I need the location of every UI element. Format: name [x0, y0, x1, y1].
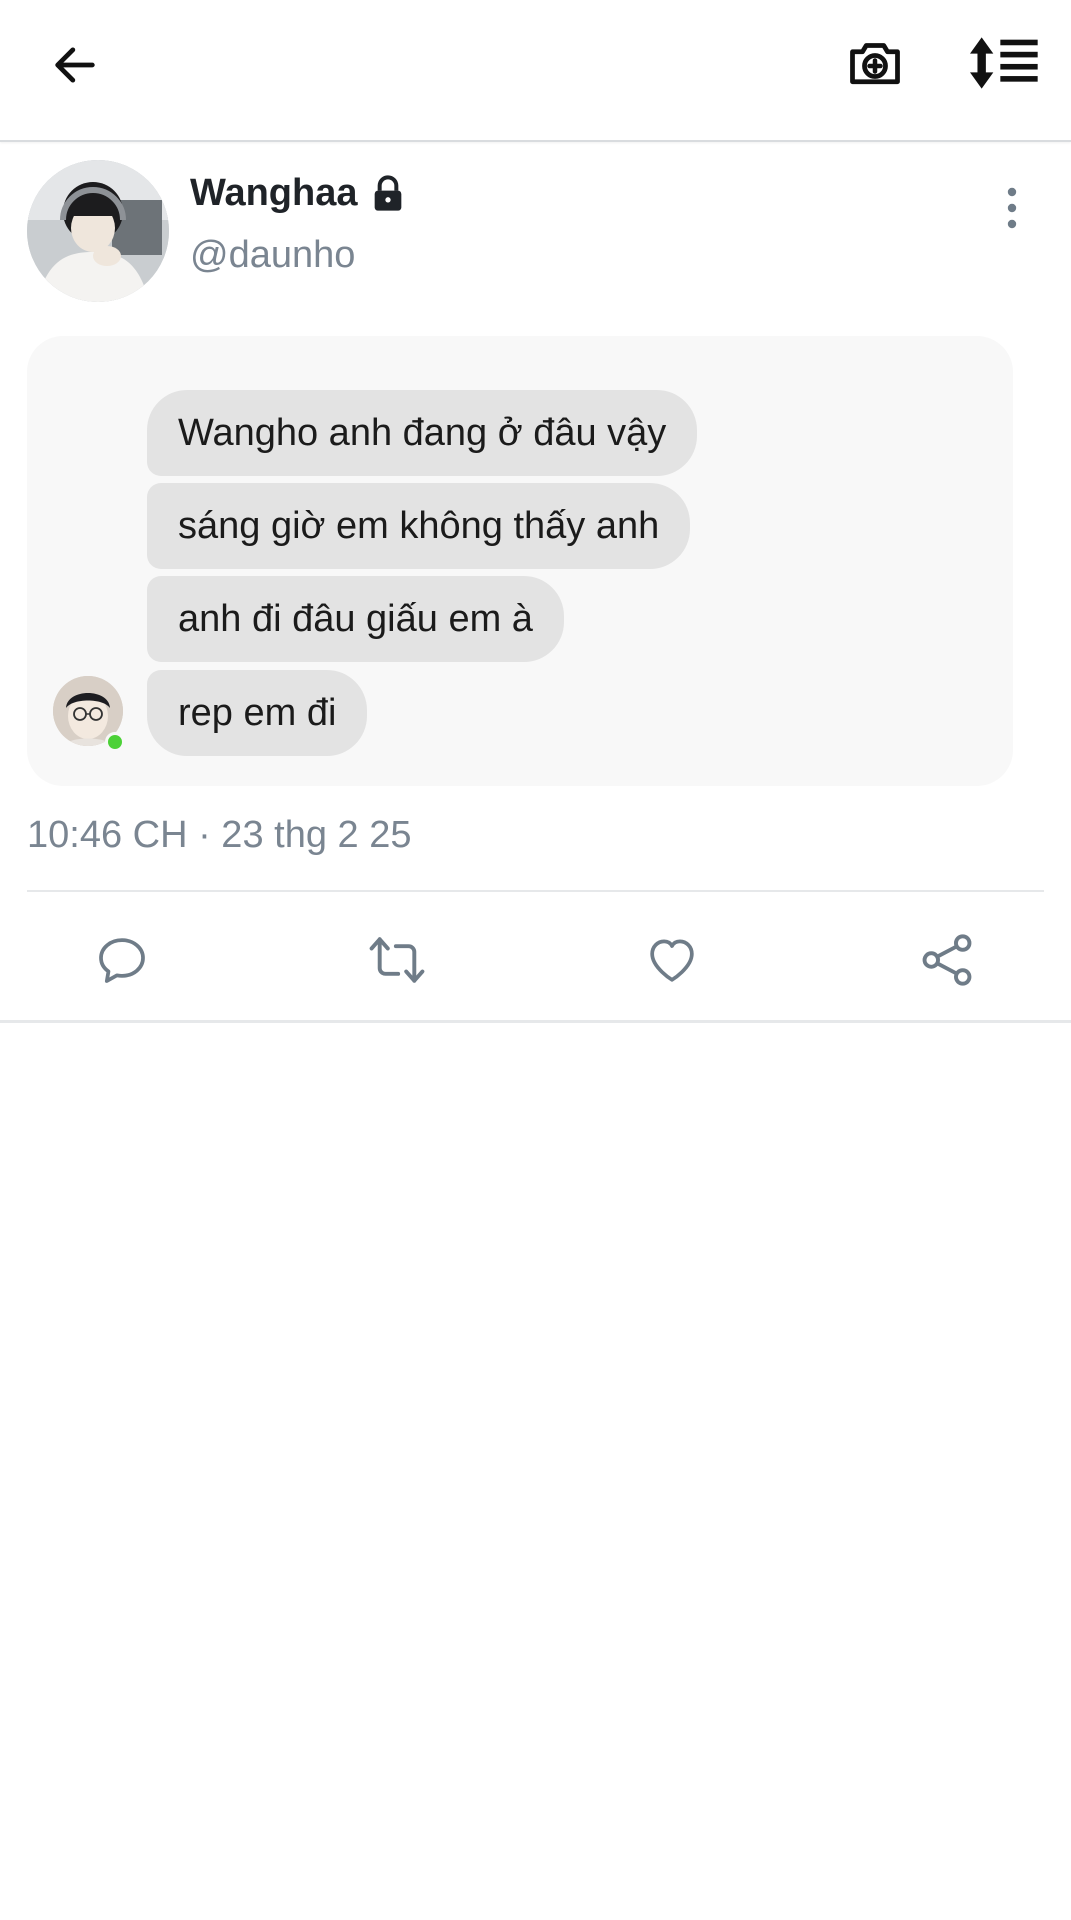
tweet-action-bar [0, 920, 1071, 1012]
divider [27, 890, 1044, 892]
chat-bubble: rep em đi [147, 670, 368, 756]
lock-icon [374, 174, 401, 211]
divider [0, 1020, 1071, 1023]
arrow-left-icon [55, 47, 95, 83]
tweet-detail-page: Wanghaa @daunho Wangho anh đang ở đâu vậ… [0, 0, 1071, 1920]
camera-button[interactable] [840, 28, 910, 98]
back-button[interactable] [40, 30, 110, 100]
chat-bubble: anh đi đâu giấu em à [147, 576, 564, 662]
display-name[interactable]: Wanghaa [190, 172, 358, 215]
chat-screenshot-card[interactable]: Wangho anh đang ở đâu vậy sáng giờ em kh… [27, 336, 1013, 786]
online-status-dot [105, 732, 125, 752]
display-name-row: Wanghaa [190, 172, 408, 215]
chat-bubble: Wangho anh đang ở đâu vậy [147, 390, 698, 476]
user-handle[interactable]: @daunho [190, 234, 355, 277]
chat-bubble: sáng giờ em không thấy anh [147, 483, 691, 569]
tweet-timestamp: 10:46 CH · 23 thg 2 25 [27, 814, 412, 856]
avatar[interactable] [27, 160, 169, 302]
comment-icon [99, 938, 145, 983]
share-icon [922, 934, 972, 986]
sort-list-icon [970, 37, 1038, 89]
camera-add-icon [850, 43, 900, 85]
more-vertical-icon [1007, 187, 1017, 229]
avatar-photo [27, 160, 169, 302]
retweet-button[interactable] [365, 928, 429, 992]
like-button[interactable] [640, 928, 704, 992]
sort-button[interactable] [965, 28, 1045, 98]
share-button[interactable] [915, 928, 979, 992]
reply-button[interactable] [90, 928, 154, 992]
more-options-button[interactable] [995, 182, 1029, 236]
top-app-bar [0, 0, 1071, 142]
retweet-icon [369, 937, 425, 983]
heart-icon [650, 939, 694, 982]
